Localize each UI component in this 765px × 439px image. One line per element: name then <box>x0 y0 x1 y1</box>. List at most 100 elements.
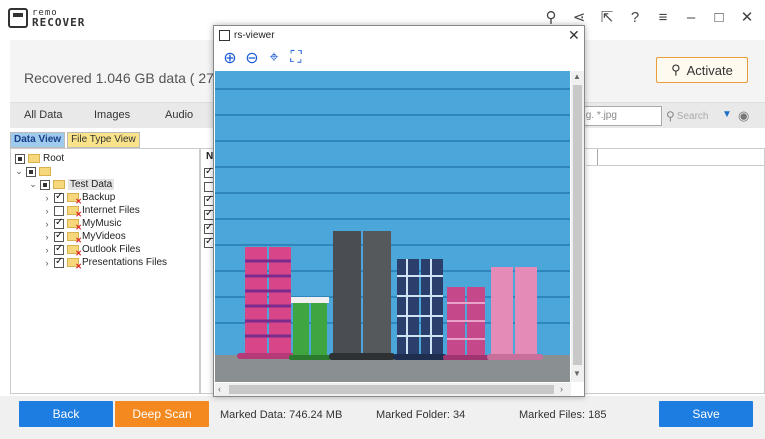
tree-item-mymusic[interactable]: › MyMusic <box>43 217 122 233</box>
chevron-right-icon[interactable]: › <box>43 258 51 268</box>
chevron-down-icon[interactable]: ⌄ <box>15 166 23 177</box>
marked-data-value: 746.24 MB <box>289 409 343 421</box>
extension-filter-input[interactable]: .g. *.jpg <box>578 106 662 126</box>
tree-checkbox[interactable] <box>15 153 25 164</box>
window-controls: ⚲ ⋖ ⇱ ? ≡ – □ ✕ <box>543 10 755 26</box>
chevron-right-icon[interactable]: › <box>43 206 51 216</box>
help-icon[interactable]: ? <box>627 10 643 26</box>
scroll-thumb[interactable] <box>573 85 582 365</box>
deleted-folder-icon <box>67 219 82 232</box>
marked-folder-label: Marked Folder: <box>376 409 450 421</box>
fit-icon[interactable]: ⌖ <box>266 49 282 67</box>
activate-button[interactable]: ⚲ Activate <box>656 57 748 83</box>
search-placeholder: Search <box>676 110 709 122</box>
tree-checkbox[interactable] <box>26 166 36 177</box>
eye-icon[interactable]: ◉ <box>738 108 749 124</box>
horizontal-scrollbar[interactable]: ‹ › <box>215 383 571 396</box>
zoom-out-icon[interactable]: ⊖ <box>244 48 260 68</box>
search-input[interactable]: ⚲ Search <box>666 106 722 126</box>
chevron-down-icon[interactable]: ⌄ <box>29 179 37 190</box>
tab-data-view[interactable]: Data View <box>10 132 66 148</box>
column-divider[interactable] <box>597 149 598 165</box>
tree-checkbox[interactable] <box>54 230 64 242</box>
recovered-summary: Recovered 1.046 GB data ( 273 <box>24 70 222 86</box>
zoom-in-icon[interactable]: ⊕ <box>222 48 238 68</box>
chevron-down-icon[interactable]: ▼ <box>722 109 732 120</box>
tree-item-outlook-files[interactable]: › Outlook Files <box>43 243 141 259</box>
chevron-right-icon[interactable]: › <box>43 232 51 242</box>
tree-item-label: Root <box>43 153 65 164</box>
tree-item-drive[interactable]: ⌄ <box>15 165 54 178</box>
preview-image <box>215 71 570 382</box>
deleted-folder-icon <box>67 206 82 219</box>
menu-icon[interactable]: ≡ <box>655 10 671 26</box>
view-tabs: Data View File Type View <box>10 132 140 148</box>
deleted-folder-icon <box>67 245 82 258</box>
marked-data-stat: Marked Data: 746.24 MB <box>220 409 342 421</box>
tree-checkbox[interactable] <box>54 256 64 268</box>
scroll-up-icon[interactable]: ▲ <box>573 72 581 81</box>
marked-files-stat: Marked Files: 185 <box>519 409 606 421</box>
tree-checkbox[interactable] <box>54 205 64 216</box>
marked-files-label: Marked Files: <box>519 409 586 421</box>
tree-item-label: MyMusic <box>82 218 122 229</box>
marked-data-label: Marked Data: <box>220 409 287 421</box>
viewer-title-bar[interactable]: rs-viewer ✕ <box>214 26 584 46</box>
marked-folder-stat: Marked Folder: 34 <box>376 409 465 421</box>
tab-file-type-view[interactable]: File Type View <box>67 132 140 148</box>
close-icon[interactable]: ✕ <box>568 27 580 44</box>
search-icon: ⚲ <box>666 109 675 123</box>
scroll-thumb[interactable] <box>229 385 554 394</box>
back-button[interactable]: Back <box>19 401 113 427</box>
tree-checkbox[interactable] <box>54 191 64 203</box>
app-logo: remo RECOVER <box>8 8 85 28</box>
chevron-right-icon[interactable]: › <box>43 245 51 255</box>
scroll-down-icon[interactable]: ▼ <box>573 369 581 378</box>
tree-checkbox[interactable] <box>54 243 64 255</box>
minimize-icon[interactable]: – <box>683 10 699 26</box>
deleted-folder-icon <box>67 258 82 271</box>
folder-tree: Root ⌄ ⌄ Test Data › Backup › Internet F… <box>10 148 200 394</box>
logo-text-bottom: RECOVER <box>32 16 86 29</box>
folder-icon <box>39 167 51 176</box>
folder-icon <box>53 180 65 189</box>
tree-item-label: Outlook Files <box>82 244 141 255</box>
close-icon[interactable]: ✕ <box>739 10 755 26</box>
image-viewer-window: rs-viewer ✕ ⊕ ⊖ ⌖ ⛶ ▲ ▼ ‹ › <box>213 25 585 397</box>
tree-item-internet-files[interactable]: › Internet Files <box>43 204 140 219</box>
tree-item-presentations-files[interactable]: › Presentations Files <box>43 256 168 272</box>
chevron-right-icon[interactable]: › <box>43 193 51 203</box>
export-icon[interactable]: ⇱ <box>599 10 615 26</box>
share-icon[interactable]: ⋖ <box>571 10 587 26</box>
tab-audio[interactable]: Audio <box>165 109 193 121</box>
tab-images[interactable]: Images <box>94 109 130 121</box>
maximize-icon[interactable]: □ <box>711 10 727 26</box>
chevron-right-icon[interactable]: › <box>43 219 51 229</box>
deep-scan-button[interactable]: Deep Scan <box>115 401 209 427</box>
logo-icon <box>8 8 28 28</box>
scroll-right-icon[interactable]: › <box>560 384 563 394</box>
tree-item-label: Backup <box>82 192 116 203</box>
fullscreen-icon[interactable]: ⛶ <box>288 49 304 67</box>
boots-photo <box>215 71 570 382</box>
vertical-scrollbar[interactable]: ▲ ▼ <box>571 71 584 382</box>
tree-checkbox[interactable] <box>40 179 50 190</box>
viewer-title: rs-viewer <box>234 30 275 41</box>
viewer-toolbar: ⊕ ⊖ ⌖ ⛶ <box>214 46 584 70</box>
key-icon[interactable]: ⚲ <box>543 10 559 26</box>
scroll-left-icon[interactable]: ‹ <box>218 384 221 394</box>
viewer-app-icon <box>219 30 230 41</box>
tree-item-test-data[interactable]: ⌄ Test Data <box>29 178 115 191</box>
tree-item-label: Internet Files <box>82 205 140 216</box>
tab-all-data[interactable]: All Data <box>24 109 63 121</box>
tree-item-label: MyVideos <box>82 231 126 242</box>
tree-item-backup[interactable]: › Backup <box>43 191 116 207</box>
deleted-folder-icon <box>67 232 82 245</box>
marked-folder-value: 34 <box>453 409 466 421</box>
tree-checkbox[interactable] <box>54 217 64 229</box>
tree-item-label: Test Data <box>68 179 115 190</box>
pink-striped-boots <box>237 247 295 359</box>
tree-item-myvideos[interactable]: › MyVideos <box>43 230 126 246</box>
save-button[interactable]: Save <box>659 401 753 427</box>
tree-item-root[interactable]: Root <box>15 152 64 165</box>
